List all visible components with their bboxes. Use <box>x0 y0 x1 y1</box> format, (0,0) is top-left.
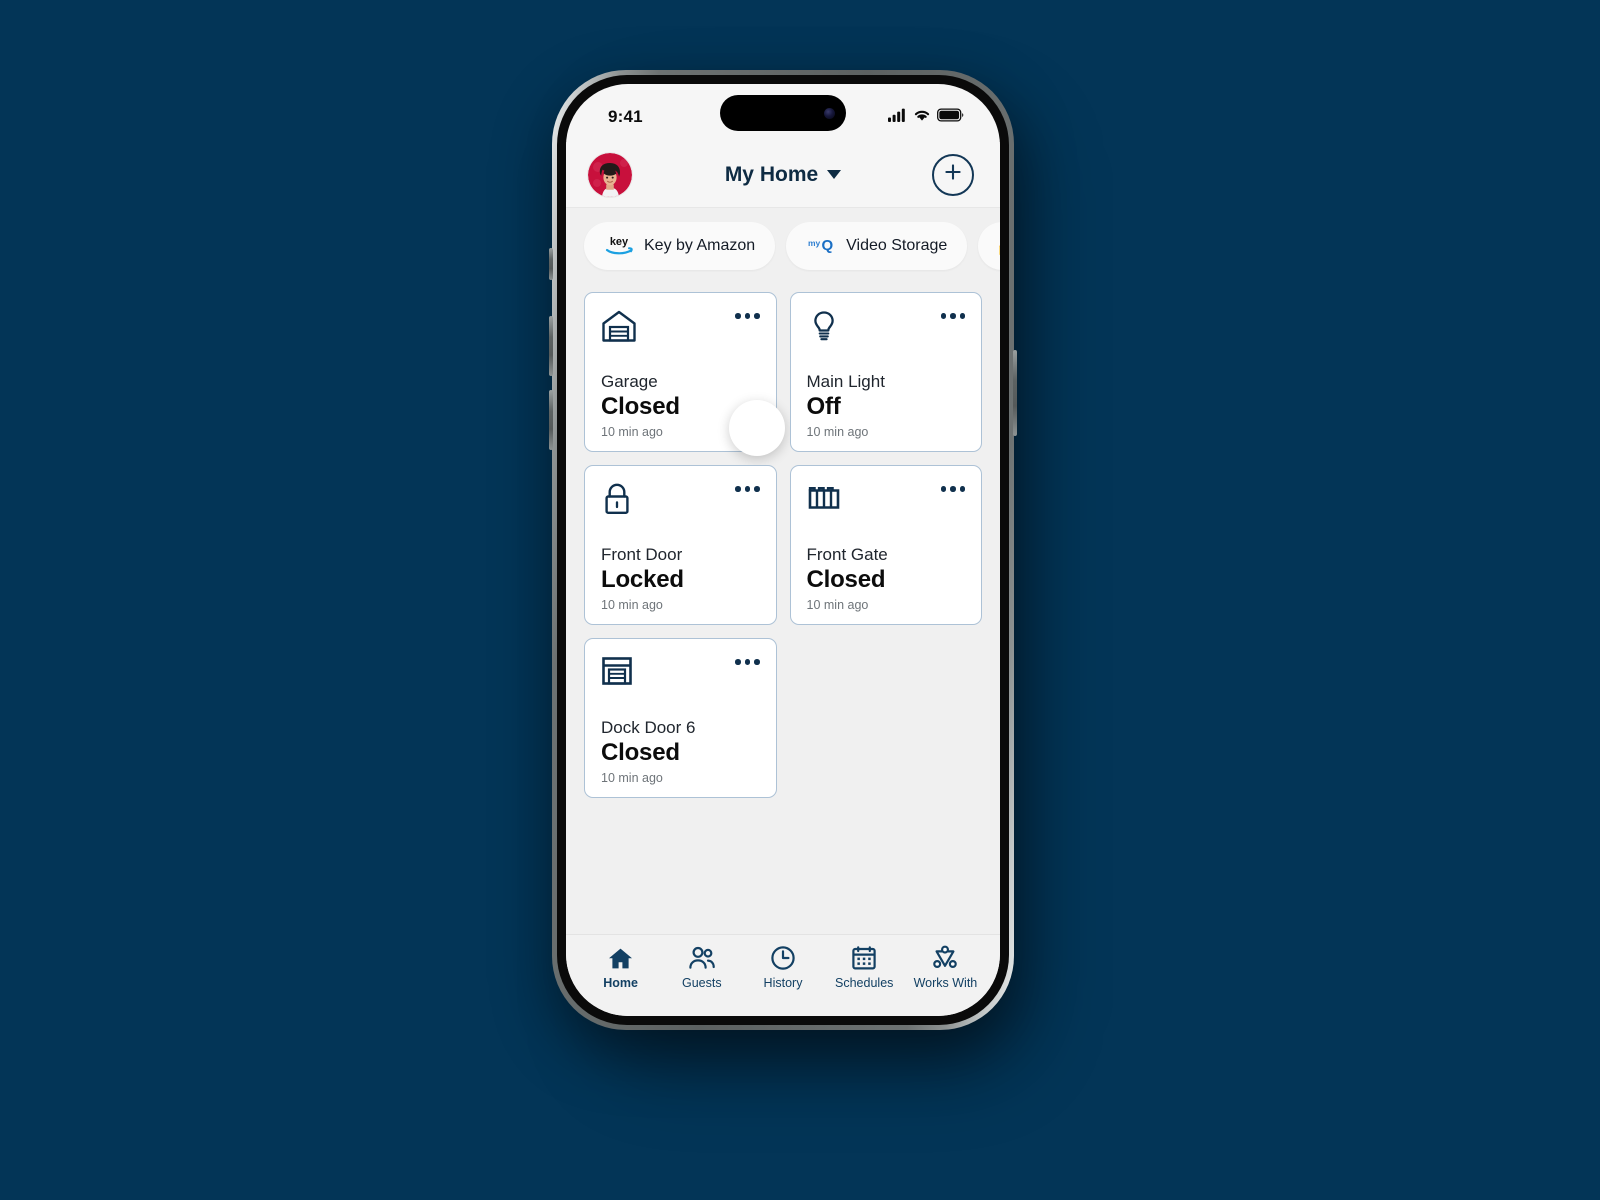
bottom-navigation-bar: Home Guests History Schedules Works With <box>566 934 1000 1016</box>
phone-device-frame: 9:41 My Home key Key by Amazon my Q Vide… <box>549 70 1017 1030</box>
nav-label: Guests <box>682 976 722 990</box>
device-name: Front Door <box>601 545 683 564</box>
app-header: My Home <box>566 142 1000 208</box>
nav-label: Schedules <box>835 976 894 990</box>
status-bar-clock: 9:41 <box>608 107 643 126</box>
chip-label: Key by Amazon <box>644 237 756 254</box>
nav-label: Works With <box>913 976 978 990</box>
chip-key-by-amazon[interactable]: key Key by Amazon <box>584 222 776 270</box>
clock-icon <box>770 945 796 971</box>
device-card-garage[interactable]: Garage Closed 10 min ago <box>584 292 785 456</box>
cellular-signal-icon <box>888 108 907 127</box>
device-state: Closed <box>601 739 680 766</box>
plus-icon <box>943 162 963 187</box>
add-device-button[interactable] <box>932 153 974 196</box>
nav-label: History <box>763 976 803 990</box>
device-card-dock-door-6[interactable]: Dock Door 6 Closed 10 min ago <box>584 638 777 798</box>
partner-services-chips[interactable]: key Key by Amazon my Q Video Storage <box>566 208 1000 286</box>
card-header <box>807 482 968 517</box>
device-name: Dock Door 6 <box>601 718 696 737</box>
status-bar: 9:41 <box>566 84 1000 142</box>
silent-switch[interactable] <box>549 248 553 280</box>
device-grid: Garage Closed 10 min ago Main Light Off … <box>566 286 1000 934</box>
phone-screen: 9:41 My Home key Key by Amazon my Q Vide… <box>566 84 1000 1016</box>
card-body: Front Gate Closed 10 min ago <box>807 545 968 612</box>
home-selector-button[interactable]: My Home <box>724 162 842 187</box>
dock-door-icon <box>601 655 633 692</box>
status-bar-indicators <box>888 107 964 127</box>
card-header <box>807 309 968 348</box>
svg-text:Q: Q <box>822 237 834 254</box>
battery-icon <box>937 107 964 127</box>
amazon-key-icon: key <box>604 233 634 259</box>
nav-item-home[interactable]: Home <box>580 945 661 990</box>
svg-text:my: my <box>808 238 821 248</box>
volume-down-button[interactable] <box>549 390 553 450</box>
more-options-icon[interactable] <box>733 309 762 323</box>
phone-bezel: 9:41 My Home key Key by Amazon my Q Vide… <box>557 75 1009 1025</box>
device-name: Main Light <box>806 372 885 391</box>
chevron-down-icon <box>827 170 842 179</box>
chip-google-home[interactable] <box>978 222 1000 270</box>
svg-text:key: key <box>610 236 629 248</box>
nav-item-works-with[interactable]: Works With <box>905 945 986 990</box>
light-bulb-icon <box>807 309 841 348</box>
google-home-icon <box>998 233 1000 259</box>
nav-label: Home <box>603 976 638 990</box>
device-state: Closed <box>806 566 886 593</box>
card-body: Main Light Off 10 min ago <box>807 372 968 439</box>
card-header <box>601 309 762 348</box>
device-state: Locked <box>601 566 684 593</box>
device-card-front-gate[interactable]: Front Gate Closed 10 min ago <box>789 465 982 625</box>
nav-item-schedules[interactable]: Schedules <box>824 945 905 990</box>
front-camera-icon <box>824 107 835 119</box>
card-body: Dock Door 6 Closed 10 min ago <box>601 718 762 785</box>
device-timestamp: 10 min ago <box>806 425 869 439</box>
nav-item-guests[interactable]: Guests <box>661 945 742 990</box>
gate-icon <box>807 482 841 517</box>
myq-icon: my Q <box>806 235 836 257</box>
volume-up-button[interactable] <box>549 316 553 376</box>
device-timestamp: 10 min ago <box>601 598 663 612</box>
page-title: My Home <box>724 162 819 186</box>
device-card-main-light[interactable]: Main Light Off 10 min ago <box>789 292 982 452</box>
device-card-front-door[interactable]: Front Door Locked 10 min ago <box>584 465 777 625</box>
more-options-icon[interactable] <box>939 482 968 496</box>
padlock-icon <box>601 482 633 521</box>
device-timestamp: 10 min ago <box>806 598 869 612</box>
home-icon <box>607 945 634 971</box>
garage-door-icon <box>601 309 637 348</box>
more-options-icon[interactable] <box>939 309 968 323</box>
chip-video-storage[interactable]: my Q Video Storage <box>786 222 968 270</box>
more-options-icon[interactable] <box>733 655 762 669</box>
power-button[interactable] <box>1013 350 1017 436</box>
card-header <box>601 482 762 521</box>
device-state: Off <box>806 393 841 420</box>
wifi-icon <box>913 108 931 127</box>
chip-label: Video Storage <box>846 237 948 254</box>
people-icon <box>687 945 717 971</box>
device-name: Garage <box>601 372 658 391</box>
nav-item-history[interactable]: History <box>742 945 823 990</box>
calendar-icon <box>851 945 877 971</box>
avatar[interactable] <box>588 152 632 197</box>
device-name: Front Gate <box>806 545 888 564</box>
more-options-icon[interactable] <box>733 482 762 496</box>
device-timestamp: 10 min ago <box>601 771 663 785</box>
dynamic-island <box>720 95 846 131</box>
card-header <box>601 655 762 692</box>
integrations-icon <box>932 945 958 971</box>
touch-indicator <box>728 400 785 456</box>
card-body: Front Door Locked 10 min ago <box>601 545 762 612</box>
